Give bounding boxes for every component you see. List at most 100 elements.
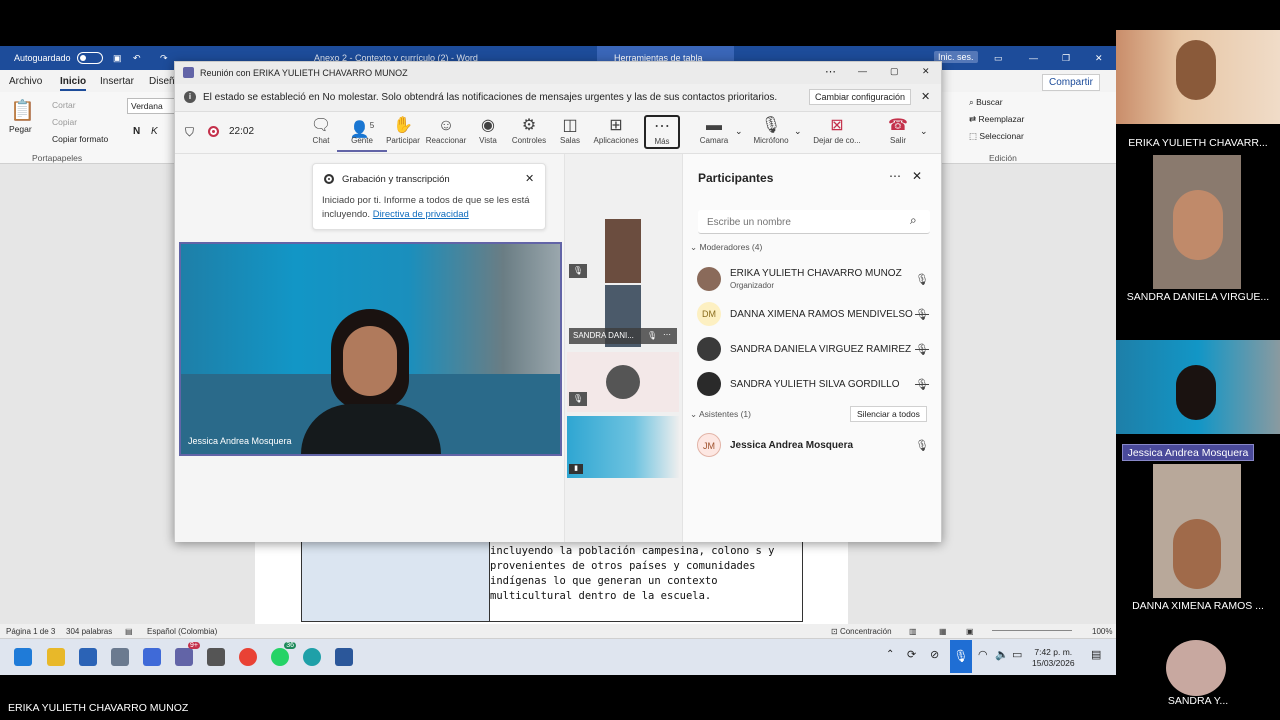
file-explorer-icon[interactable] bbox=[47, 648, 65, 666]
camera-app-icon[interactable] bbox=[207, 648, 225, 666]
leave-options-chevron-icon[interactable]: ⌄ bbox=[920, 126, 928, 137]
participant-search-input[interactable] bbox=[707, 214, 897, 230]
battery-icon[interactable]: ▭ bbox=[1012, 648, 1022, 661]
participant-row[interactable]: SANDRA YULIETH SILVA GORDILLO 🎙 bbox=[697, 372, 937, 398]
window-more-icon[interactable]: ⋯ bbox=[825, 65, 836, 78]
view-web-icon[interactable]: ▣ bbox=[966, 627, 974, 636]
attendees-header[interactable]: ⌄ Asistentes (1) bbox=[690, 409, 751, 420]
change-settings-button[interactable]: Cambiar configuración bbox=[809, 89, 912, 105]
gallery-video-4[interactable] bbox=[1153, 464, 1241, 598]
teams-taskbar-icon[interactable]: 9+ bbox=[175, 642, 200, 666]
tab-diseno[interactable]: Diseñ bbox=[149, 76, 175, 87]
window-close-icon[interactable]: ✕ bbox=[922, 66, 930, 77]
camera-button[interactable]: ▬ Camara bbox=[689, 116, 739, 145]
shield-icon[interactable]: ⛉ bbox=[185, 125, 194, 140]
microphone-button[interactable]: 🎙 Micrófono bbox=[746, 116, 796, 145]
proofing-icon[interactable]: ▤ bbox=[125, 627, 133, 636]
view-print-icon[interactable]: ▦ bbox=[939, 627, 947, 636]
participant-row[interactable]: SANDRA DANIELA VIRGUEZ RAMIREZ 🎙 bbox=[697, 337, 937, 363]
tile-more-icon[interactable]: ⋯ bbox=[663, 330, 671, 339]
participant-row[interactable]: ERIKA YULIETH CHAVARRO MUNOZ Organizador 🎙 bbox=[697, 267, 937, 293]
zoom-slider[interactable] bbox=[992, 630, 1072, 631]
camera-options-chevron-icon[interactable]: ⌄ bbox=[735, 126, 743, 137]
restore-icon[interactable]: ❐ bbox=[1062, 53, 1070, 64]
find-button[interactable]: ⌕ Buscar bbox=[969, 97, 1003, 108]
paste-label[interactable]: Pegar bbox=[9, 124, 32, 134]
notice-close-icon[interactable]: ✕ bbox=[525, 172, 534, 185]
store-icon[interactable] bbox=[79, 648, 97, 666]
wifi-icon[interactable]: ◠ bbox=[978, 648, 988, 661]
calculator-icon[interactable] bbox=[111, 648, 129, 666]
word-taskbar-icon[interactable] bbox=[335, 648, 353, 666]
whatsapp-icon[interactable]: 36 bbox=[271, 642, 296, 666]
paste-icon[interactable]: 📋 bbox=[10, 98, 35, 123]
table-cell-shaded[interactable] bbox=[302, 541, 490, 621]
main-video-tile[interactable]: Jessica Andrea Mosquera bbox=[179, 242, 562, 456]
avatar bbox=[606, 365, 640, 399]
rooms-button[interactable]: ◫ Salas bbox=[545, 116, 595, 145]
tab-archivo[interactable]: Archivo bbox=[9, 76, 42, 87]
bluetooth-icon[interactable]: ⊘ bbox=[930, 648, 939, 661]
tab-inicio[interactable]: Inicio bbox=[60, 76, 87, 91]
panel-close-icon[interactable]: ✕ bbox=[912, 169, 922, 183]
participant-row[interactable]: DM DANNA XIMENA RAMOS MENDIVELSO 🎙 bbox=[697, 302, 937, 328]
font-select[interactable]: Verdana bbox=[127, 98, 175, 114]
gallery-video-3[interactable] bbox=[1116, 340, 1280, 434]
self-video-tile[interactable]: ▮ bbox=[567, 416, 679, 478]
format-painter-button[interactable]: Copiar formato bbox=[52, 134, 108, 144]
participant-row[interactable]: JM Jessica Andrea Mosquera 🎙 bbox=[697, 433, 937, 459]
italic-button[interactable]: K bbox=[151, 126, 158, 137]
panel-more-icon[interactable]: ⋯ bbox=[889, 169, 901, 183]
apps-button[interactable]: ⊞ Aplicaciones bbox=[591, 116, 641, 145]
gallery-avatar-5[interactable] bbox=[1166, 640, 1226, 696]
document-text[interactable]: incluyendo la población campesina, colon… bbox=[490, 544, 802, 604]
mic-options-chevron-icon[interactable]: ⌄ bbox=[794, 126, 802, 137]
autosave-toggle[interactable] bbox=[77, 52, 103, 64]
video-tile-3[interactable]: 🎙 bbox=[567, 352, 679, 412]
more-button[interactable]: ⋯ Más bbox=[644, 115, 680, 149]
gallery-video-2[interactable] bbox=[1153, 155, 1241, 289]
select-button[interactable]: ⬚ Seleccionar bbox=[969, 131, 1024, 142]
ribbon-display-icon[interactable]: ▭ bbox=[994, 53, 1003, 64]
clock[interactable]: 7:42 p. m. 15/03/2026 bbox=[1032, 647, 1075, 669]
close-icon[interactable]: ✕ bbox=[1095, 53, 1103, 64]
avatar bbox=[697, 372, 721, 396]
zoom-level[interactable]: 100% bbox=[1092, 627, 1112, 636]
window-minimize-icon[interactable]: — bbox=[858, 66, 867, 76]
notification-icon[interactable]: ▤ bbox=[1091, 648, 1101, 661]
save-icon[interactable]: ▣ bbox=[113, 53, 122, 64]
chrome-icon[interactable] bbox=[239, 648, 257, 666]
redo-icon[interactable]: ↷ bbox=[160, 53, 168, 64]
stop-sharing-button[interactable]: ⊠ Dejar de co... bbox=[808, 116, 866, 145]
bold-button[interactable]: N bbox=[133, 126, 140, 137]
minimize-icon[interactable]: — bbox=[1029, 53, 1038, 63]
mic-in-use-icon[interactable]: 🎙 bbox=[950, 640, 972, 673]
start-icon[interactable] bbox=[14, 648, 32, 666]
search-box[interactable]: ⌕ bbox=[698, 210, 930, 234]
word-count[interactable]: 304 palabras bbox=[66, 627, 112, 636]
view-read-icon[interactable]: ▥ bbox=[909, 627, 917, 636]
share-button[interactable]: Compartir bbox=[1042, 74, 1100, 91]
copy-button[interactable]: Copiar bbox=[52, 117, 77, 127]
banner-close-icon[interactable]: ✕ bbox=[921, 90, 930, 103]
cut-button[interactable]: Cortar bbox=[52, 100, 76, 110]
volume-icon[interactable]: 🔈 bbox=[995, 648, 1009, 661]
video-tile-1[interactable] bbox=[605, 219, 641, 283]
privacy-policy-link[interactable]: Directiva de privacidad bbox=[373, 209, 469, 220]
window-maximize-icon[interactable]: ▢ bbox=[890, 66, 899, 77]
moderators-header[interactable]: ⌄ Moderadores (4) bbox=[690, 242, 762, 253]
page-count[interactable]: Página 1 de 3 bbox=[6, 627, 55, 636]
mute-all-button[interactable]: Silenciar a todos bbox=[850, 406, 927, 422]
undo-icon[interactable]: ↶ bbox=[133, 53, 141, 64]
replace-button[interactable]: ⇄ Reemplazar bbox=[969, 114, 1024, 125]
gallery-video-1[interactable] bbox=[1116, 30, 1280, 124]
focus-mode[interactable]: ⊡ Concentración bbox=[831, 627, 892, 636]
tab-insertar[interactable]: Insertar bbox=[100, 76, 134, 87]
pen-app-icon[interactable] bbox=[143, 648, 161, 666]
tray-expand-icon[interactable]: ⌃ bbox=[886, 649, 894, 660]
sync-icon[interactable]: ⟳ bbox=[907, 648, 916, 661]
leave-button[interactable]: ☎ Salir bbox=[873, 116, 923, 145]
edge-icon[interactable] bbox=[303, 648, 321, 666]
language-label[interactable]: Español (Colombia) bbox=[147, 627, 217, 636]
recording-icon[interactable] bbox=[208, 126, 219, 137]
